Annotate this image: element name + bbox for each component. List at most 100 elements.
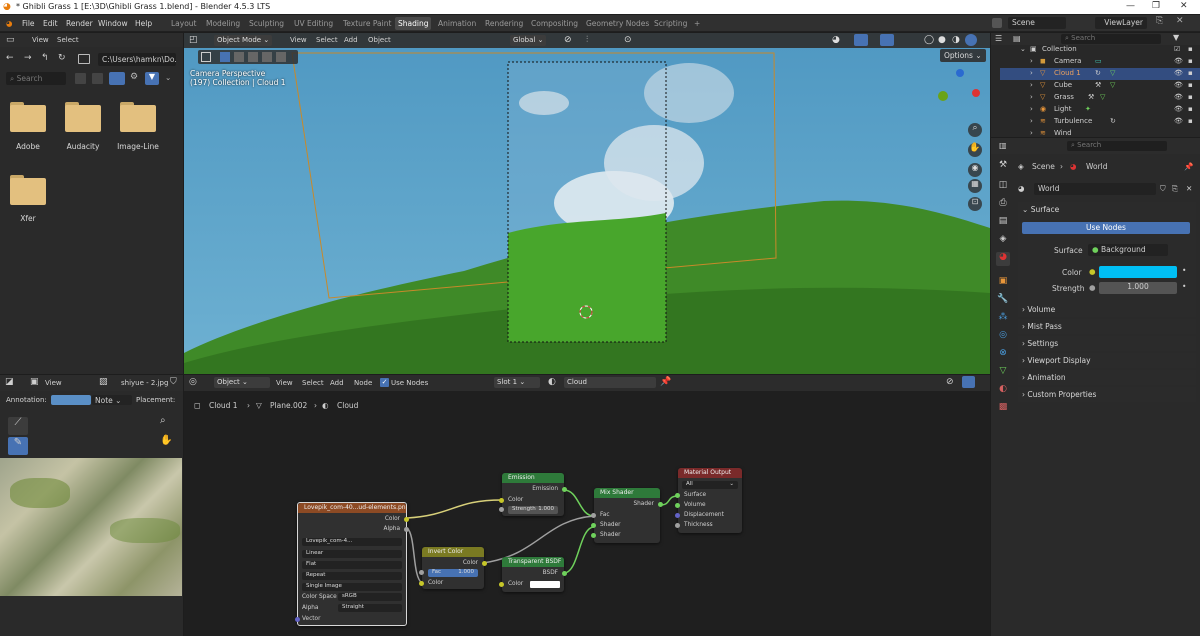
fake-user-shield-icon[interactable]: ⛉	[1160, 184, 1166, 194]
chevron-down-icon[interactable]: ⌄	[165, 73, 171, 82]
material-output-node[interactable]: Material Output All ⌄ Surface Volume Dis…	[675, 468, 742, 533]
world-name-field[interactable]: World	[1034, 183, 1156, 195]
settings-section-header[interactable]: › Settings	[1018, 336, 1196, 351]
camera-restrict-icon[interactable]: ▪	[1188, 81, 1193, 89]
invert-color-node[interactable]: Invert Color Color Fac 1.000 Color	[419, 547, 487, 589]
expand-icon[interactable]: ›	[1030, 93, 1033, 101]
interpolation-dropdown[interactable]: Linear	[302, 550, 402, 558]
tab-sculpting[interactable]: Sculpting	[249, 19, 284, 28]
tab-animation[interactable]: Animation	[438, 19, 476, 28]
node-title[interactable]: Lovepik_com-40...ud-elements.png	[298, 503, 406, 513]
pan-hand-icon[interactable]: ✋	[160, 435, 172, 446]
scene-selector[interactable]: Scene	[1008, 17, 1066, 29]
colorspace-dropdown[interactable]: sRGB	[338, 593, 402, 601]
image-name[interactable]: shiyue - 2.jpg	[121, 379, 168, 387]
folder-label-adobe[interactable]: Adobe	[0, 142, 58, 151]
outliner-row-turbulence[interactable]: › ≋ Turbulence ↻ 👁 ▪	[1000, 116, 1200, 128]
output-bsdf-socket[interactable]	[562, 571, 567, 576]
material-shading-icon[interactable]: ◑	[952, 35, 960, 45]
editor-type-icon[interactable]: ☰	[995, 34, 1002, 43]
proportional-edit-icon[interactable]: ⊙	[624, 35, 632, 45]
menu-help[interactable]: Help	[135, 19, 152, 28]
input-vector-socket[interactable]	[295, 617, 300, 622]
camera-restrict-icon[interactable]: ▪	[1188, 117, 1193, 125]
output-emission-socket[interactable]	[562, 487, 567, 492]
outliner-search-input[interactable]: ⌕ Search	[1061, 34, 1161, 44]
input-shader1-socket[interactable]	[591, 523, 596, 528]
sample-tool-icon[interactable]: ⟋	[8, 417, 28, 435]
editor-type-icon[interactable]: ▭	[6, 35, 15, 45]
editor-type-icon[interactable]: ▥	[999, 141, 1007, 150]
pivot-icon[interactable]: ⊘	[564, 35, 572, 45]
input-color-socket[interactable]	[499, 498, 504, 503]
vertical-list-icon[interactable]	[75, 73, 86, 84]
overlays-toggle-icon[interactable]	[880, 34, 894, 46]
refresh-icon[interactable]: ↻	[58, 53, 66, 63]
view-layer-tab-icon[interactable]: ▤	[996, 216, 1010, 230]
custom-properties-section-header[interactable]: › Custom Properties	[1018, 387, 1196, 402]
camera-view-icon[interactable]: ◉	[968, 163, 982, 177]
solid-shading-icon[interactable]: ●	[938, 35, 946, 45]
keyframe-dot-icon[interactable]: •	[1182, 282, 1186, 291]
display-settings-icon[interactable]: ⚙	[130, 72, 138, 82]
expand-icon[interactable]: ›	[1030, 81, 1033, 89]
expand-icon[interactable]: ›	[1030, 105, 1033, 113]
zoom-icon[interactable]: ⌕	[968, 123, 982, 137]
particles-tab-icon[interactable]: ⁂	[996, 312, 1010, 326]
shader-node-editor[interactable]: ◎ Object ⌄ View Select Add Node ✓ Use No…	[184, 375, 990, 636]
navigation-gizmo[interactable]	[938, 69, 984, 115]
mist-pass-section-header[interactable]: › Mist Pass	[1018, 319, 1196, 334]
snap-icon[interactable]: ⫶	[586, 35, 588, 45]
output-color-socket[interactable]	[482, 561, 487, 566]
eye-icon[interactable]: 👁	[1174, 69, 1183, 77]
outliner-row-camera[interactable]: › ◼ Camera ▭ 👁 ▪	[1000, 56, 1200, 68]
back-arrow-icon[interactable]: ←	[6, 53, 14, 63]
material-tab-icon[interactable]: ◐	[996, 384, 1010, 398]
thumbnails-icon[interactable]	[109, 72, 125, 85]
folder-icon[interactable]	[65, 102, 101, 132]
mode-icon[interactable]: ▣	[30, 377, 39, 387]
display-mode-icon[interactable]: ▤	[1013, 34, 1021, 43]
image-texture-node[interactable]: Lovepik_com-40...ud-elements.png Color A…	[295, 502, 409, 626]
add-workspace-button[interactable]: +	[694, 19, 700, 28]
surface-shader-field[interactable]: ● Background	[1088, 244, 1168, 256]
mode-extend-icon[interactable]	[234, 52, 244, 62]
node-title[interactable]: Emission	[502, 473, 564, 483]
input-volume-socket[interactable]	[675, 503, 680, 508]
collapse-icon[interactable]: ⌄	[1020, 45, 1026, 53]
tab-modeling[interactable]: Modeling	[206, 19, 240, 28]
checkbox-icon[interactable]: ☑	[1174, 45, 1180, 53]
projection-dropdown[interactable]: Flat	[302, 561, 402, 569]
source-dropdown[interactable]: Single Image	[302, 583, 402, 591]
filter-icon[interactable]: ▼	[1173, 33, 1179, 42]
outliner-row-wind[interactable]: › ≋ Wind	[1000, 128, 1200, 137]
maximize-button[interactable]: ❐	[1152, 1, 1160, 11]
wireframe-shading-icon[interactable]: ◯	[924, 35, 934, 45]
input-fac-socket[interactable]	[591, 513, 596, 518]
lock-camera-icon[interactable]: ⊡	[968, 197, 982, 211]
expand-icon[interactable]: ›	[1030, 57, 1033, 65]
options-dropdown[interactable]: Options ⌄	[940, 49, 986, 62]
menu-file[interactable]: File	[22, 19, 35, 28]
output-alpha-socket[interactable]	[404, 527, 409, 532]
file-view-menu[interactable]: View	[32, 36, 49, 44]
menu-render[interactable]: Render	[66, 19, 93, 28]
physics-tab-icon[interactable]: ◎	[996, 330, 1010, 344]
camera-restrict-icon[interactable]: ▪	[1188, 45, 1193, 53]
y-axis-icon[interactable]	[938, 91, 948, 101]
pin-icon[interactable]: 📌	[1184, 162, 1193, 171]
keyframe-dot-icon[interactable]: •	[1182, 266, 1186, 275]
visibility-icon[interactable]: ◕	[832, 35, 840, 45]
modifiers-tab-icon[interactable]: 🔧	[996, 294, 1010, 308]
file-search-input[interactable]: ⌕ Search	[6, 72, 66, 85]
perspective-toggle-icon[interactable]: ▦	[968, 179, 982, 193]
texture-tab-icon[interactable]: ▩	[996, 402, 1010, 416]
image-datablock-field[interactable]: Lovepik_com-4...	[302, 538, 402, 546]
viewport-add-menu[interactable]: Add	[344, 36, 358, 44]
parent-dir-icon[interactable]: ↰	[41, 53, 49, 63]
expand-icon[interactable]: ›	[1030, 117, 1033, 125]
color-swatch[interactable]	[1099, 266, 1177, 278]
extension-dropdown[interactable]: Repeat	[302, 572, 402, 580]
view-layer-selector[interactable]: ViewLayer	[1095, 17, 1147, 29]
editor-type-icon[interactable]: ◪	[5, 377, 14, 387]
